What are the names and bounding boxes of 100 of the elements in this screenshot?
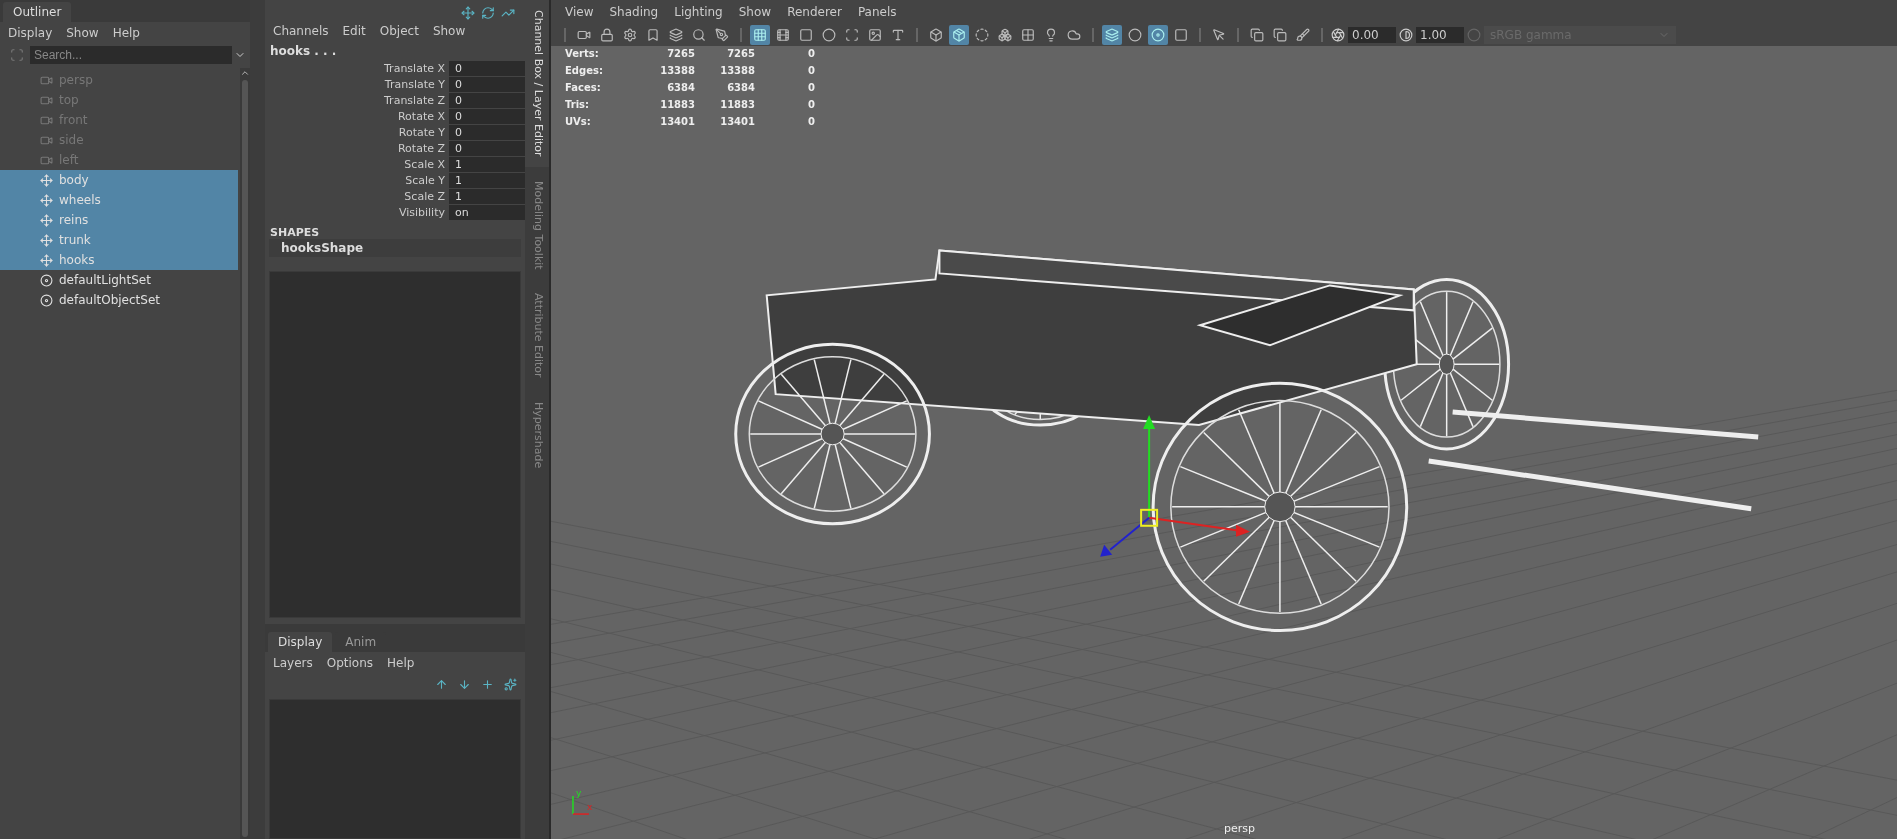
channel-label: Translate Z bbox=[383, 93, 445, 107]
stat-value: 13388 bbox=[659, 65, 695, 76]
channel-label: Visibility bbox=[397, 205, 445, 219]
square-icon bbox=[1174, 28, 1188, 42]
side-tab[interactable]: Channel Box / Layer Editor bbox=[525, 0, 549, 167]
stat-value: 0 bbox=[807, 99, 815, 110]
search-field[interactable]: Search... bbox=[30, 46, 232, 64]
scroll-up-icon[interactable] bbox=[240, 68, 250, 78]
layers-icon bbox=[669, 28, 683, 42]
color-management-icon bbox=[1467, 28, 1481, 42]
stat-label: Faces: bbox=[565, 82, 602, 93]
toolbar-button[interactable] bbox=[1102, 25, 1122, 45]
transform-icon bbox=[40, 193, 53, 207]
stat-label: Edges: bbox=[565, 65, 604, 76]
channel-label: Translate Y bbox=[383, 77, 445, 91]
menu-item[interactable]: Lighting bbox=[674, 5, 723, 21]
gamma-field[interactable]: 1.00 bbox=[1416, 27, 1464, 43]
gamma-icon[interactable] bbox=[1399, 28, 1413, 42]
lock-icon bbox=[600, 28, 614, 42]
gear-icon bbox=[623, 28, 637, 42]
menu-item[interactable]: Show bbox=[738, 5, 772, 21]
outliner-tab[interactable]: Outliner bbox=[3, 2, 72, 22]
copy-icon bbox=[1250, 28, 1264, 42]
transform-icon bbox=[40, 233, 53, 247]
channel-value-field[interactable]: 1 bbox=[449, 188, 525, 204]
menu-item[interactable]: Panels bbox=[857, 5, 897, 21]
stat-value: 13388 bbox=[719, 65, 755, 76]
menu-item[interactable]: Show bbox=[432, 24, 466, 38]
channel-label: Rotate Y bbox=[397, 125, 445, 139]
set-icon bbox=[40, 273, 53, 287]
scrollbar[interactable] bbox=[242, 80, 248, 837]
set-icon bbox=[40, 293, 53, 307]
move-layer-up-icon[interactable] bbox=[435, 678, 448, 691]
channel-value-field[interactable]: 0 bbox=[449, 92, 525, 108]
menu-item[interactable]: Show bbox=[66, 26, 99, 40]
film-icon bbox=[776, 28, 790, 42]
menu-item[interactable]: Help bbox=[112, 26, 140, 40]
grid-icon bbox=[753, 28, 767, 42]
stat-value: 0 bbox=[807, 116, 815, 127]
toolbar-button[interactable] bbox=[750, 25, 770, 45]
menu-item[interactable]: Options bbox=[326, 656, 374, 670]
filter-icon bbox=[10, 48, 24, 62]
circle-icon bbox=[1128, 28, 1142, 42]
move-layer-down-icon[interactable] bbox=[458, 678, 471, 691]
channel-label: Translate X bbox=[383, 61, 445, 75]
camera-name: persp bbox=[1224, 822, 1255, 835]
stat-value: 7265 bbox=[666, 48, 695, 59]
channel-label: Scale Y bbox=[404, 173, 445, 187]
toolbar-button[interactable] bbox=[949, 25, 969, 45]
menu-item[interactable]: Shading bbox=[609, 5, 659, 21]
tab[interactable]: Display bbox=[268, 632, 333, 652]
menu-item[interactable]: Object bbox=[379, 24, 419, 38]
outliner-item[interactable]: defaultLightSet bbox=[0, 270, 238, 290]
menu-item[interactable]: Help bbox=[387, 656, 415, 670]
brush-icon bbox=[1296, 28, 1310, 42]
stat-value: 11883 bbox=[659, 99, 695, 110]
menu-item[interactable]: Display bbox=[8, 26, 53, 40]
stat-value: 13401 bbox=[719, 116, 755, 127]
stat-label: Tris: bbox=[565, 99, 591, 110]
stat-value: 11883 bbox=[719, 99, 755, 110]
channel-value-field[interactable]: 1 bbox=[449, 172, 525, 188]
stat-value: 0 bbox=[807, 65, 815, 76]
channel-value-field[interactable]: 0 bbox=[449, 124, 525, 140]
rotate-icon[interactable] bbox=[481, 6, 495, 20]
menu-item[interactable]: Renderer bbox=[787, 5, 842, 21]
stat-value: 0 bbox=[807, 48, 815, 59]
shape-name[interactable]: hooksShape bbox=[269, 239, 521, 257]
exposure-icon[interactable] bbox=[1331, 28, 1345, 42]
text-icon bbox=[891, 28, 905, 42]
stat-value: 13401 bbox=[659, 116, 695, 127]
menu-item[interactable]: Edit bbox=[342, 24, 366, 38]
bulb-icon bbox=[1044, 28, 1058, 42]
move-manipulator-icon[interactable] bbox=[1100, 415, 1250, 557]
channel-value-field[interactable]: 0 bbox=[449, 140, 525, 156]
layers-icon bbox=[1105, 28, 1119, 42]
menu-item[interactable]: View bbox=[565, 5, 594, 21]
stat-value: 6384 bbox=[726, 82, 755, 93]
camera-icon bbox=[577, 28, 591, 42]
axis-label: x bbox=[586, 802, 593, 813]
sphere-icon bbox=[975, 28, 989, 42]
channel-value-field[interactable]: 1 bbox=[449, 156, 525, 172]
transform-icon bbox=[40, 213, 53, 227]
toolbar-button[interactable] bbox=[1148, 25, 1168, 45]
menu-item[interactable]: Channels bbox=[273, 24, 329, 38]
exposure-field[interactable]: 0.00 bbox=[1348, 27, 1396, 43]
channel-value-field[interactable]: 0 bbox=[449, 76, 525, 92]
outliner-item[interactable]: defaultObjectSet bbox=[0, 290, 238, 310]
bookmark-icon bbox=[646, 28, 660, 42]
channel-value-field[interactable]: 0 bbox=[449, 108, 525, 124]
axis-label: y bbox=[575, 788, 582, 799]
channel-value-field[interactable]: on bbox=[449, 204, 525, 220]
channel-value-field[interactable]: 0 bbox=[449, 60, 525, 76]
section-heading: SHAPES bbox=[269, 225, 321, 239]
stat-value: 7265 bbox=[726, 48, 755, 59]
menu-item[interactable]: Layers bbox=[273, 656, 313, 670]
square-icon bbox=[799, 28, 813, 42]
ring-icon bbox=[1151, 28, 1165, 42]
transform-icon[interactable] bbox=[461, 6, 475, 20]
cube-icon bbox=[929, 28, 943, 42]
add-layer-icon[interactable] bbox=[481, 678, 494, 691]
